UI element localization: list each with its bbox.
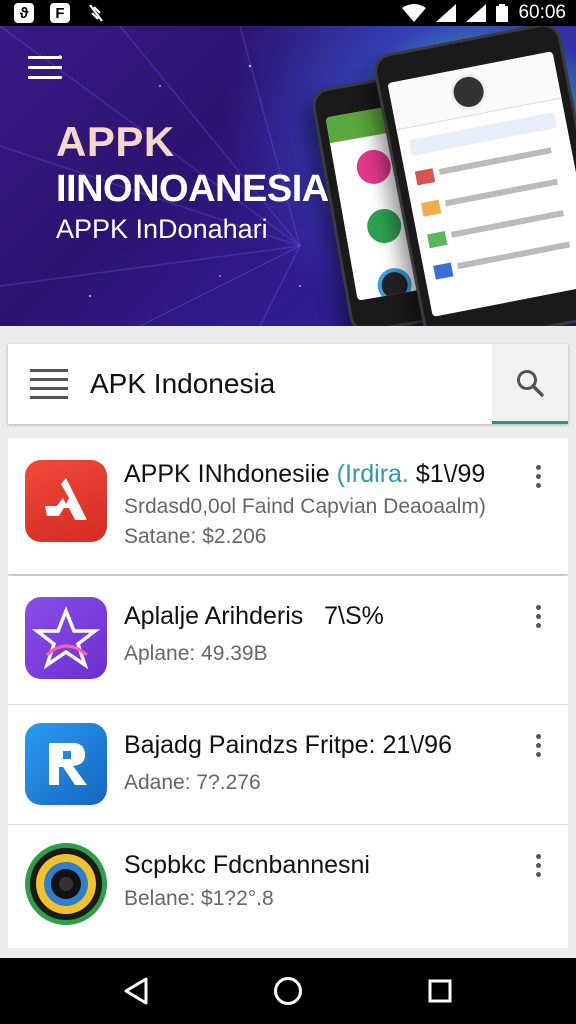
app-title-accent: (Irdira. [336, 460, 409, 488]
back-button[interactable] [116, 971, 156, 1011]
hero-title-line-2: IINONOANESIA [56, 168, 329, 210]
app-title-suffix: $1\/99 [415, 460, 486, 488]
purple-star-icon [25, 597, 107, 679]
blue-r-icon [25, 723, 107, 805]
app-list: APPK INhdonesiie (Irdira. $1\/99 Srdasd0… [8, 438, 568, 956]
app-title: Aplalje Arihderis 7\S% [124, 602, 384, 630]
list-item[interactable]: Scpbkc Fdcnbannesni Belane: $1?2°.8 [8, 824, 568, 948]
home-icon [274, 977, 302, 1005]
search-menu-button[interactable] [8, 344, 90, 424]
app-title: APPK INhdonesiie (Irdira. $1\/99 [124, 460, 486, 488]
app-price: Adane: 7?.276 [124, 771, 261, 794]
more-options-button[interactable] [526, 458, 550, 494]
search-input[interactable]: APK Indonesia [90, 368, 492, 400]
app-notification-icon: ϑ [14, 3, 34, 23]
search-bar: APK Indonesia [8, 344, 568, 424]
navigation-bar [0, 958, 576, 1024]
wifi-icon [402, 4, 427, 22]
back-icon [124, 977, 148, 1005]
recents-icon [428, 979, 452, 1003]
home-button[interactable] [268, 971, 308, 1011]
cell-signal-icon [466, 4, 487, 22]
app-subtitle: Srdasd0,0ol Faind Capvian Deaoaalm) [124, 495, 486, 518]
more-options-button[interactable] [526, 847, 550, 883]
status-time: 60:06 [518, 2, 566, 23]
search-button[interactable] [492, 344, 568, 424]
more-options-button[interactable] [526, 727, 550, 763]
app-title-suffix: 7\S% [324, 602, 384, 630]
recents-button[interactable] [420, 971, 460, 1011]
phone-screen [387, 51, 576, 317]
battery-icon [496, 4, 509, 22]
red-arrow-icon [25, 460, 107, 542]
app-price: Satane: $2.206 [124, 525, 267, 548]
hero-menu-button[interactable] [28, 56, 62, 84]
more-options-button[interactable] [526, 598, 550, 634]
list-item[interactable]: Aplalje Arihderis 7\S% Aplane: 49.39B [8, 576, 568, 704]
cell-signal-icon [436, 4, 457, 22]
list-item[interactable]: Bajadg Paindzs Fritpe: 21\/96 Adane: 7?.… [8, 704, 568, 824]
list-item[interactable]: APPK INhdonesiie (Irdira. $1\/99 Srdasd0… [8, 438, 568, 574]
status-left-icons: ϑ F [14, 3, 106, 23]
hero-banner: APPK IINONOANESIA APPK InDonahari [0, 26, 576, 326]
app-price: Belane: $1?2°.8 [124, 887, 274, 910]
app-title: Scpbkc Fdcnbannesni [124, 851, 370, 879]
status-right-icons: 60:06 [402, 2, 566, 24]
app-title: Bajadg Paindzs Fritpe: 21\/96 [124, 731, 452, 759]
status-bar: ϑ F 60:06 [0, 0, 576, 26]
app-notification-icon: F [50, 3, 70, 23]
hero-subtitle: APPK InDonahari [56, 214, 268, 244]
camera-lens-icon [25, 843, 107, 925]
signal-off-icon [89, 4, 103, 22]
app-price: Aplane: 49.39B [124, 642, 268, 665]
hero-title-line-1: APPK [56, 118, 175, 165]
search-icon [517, 369, 544, 397]
